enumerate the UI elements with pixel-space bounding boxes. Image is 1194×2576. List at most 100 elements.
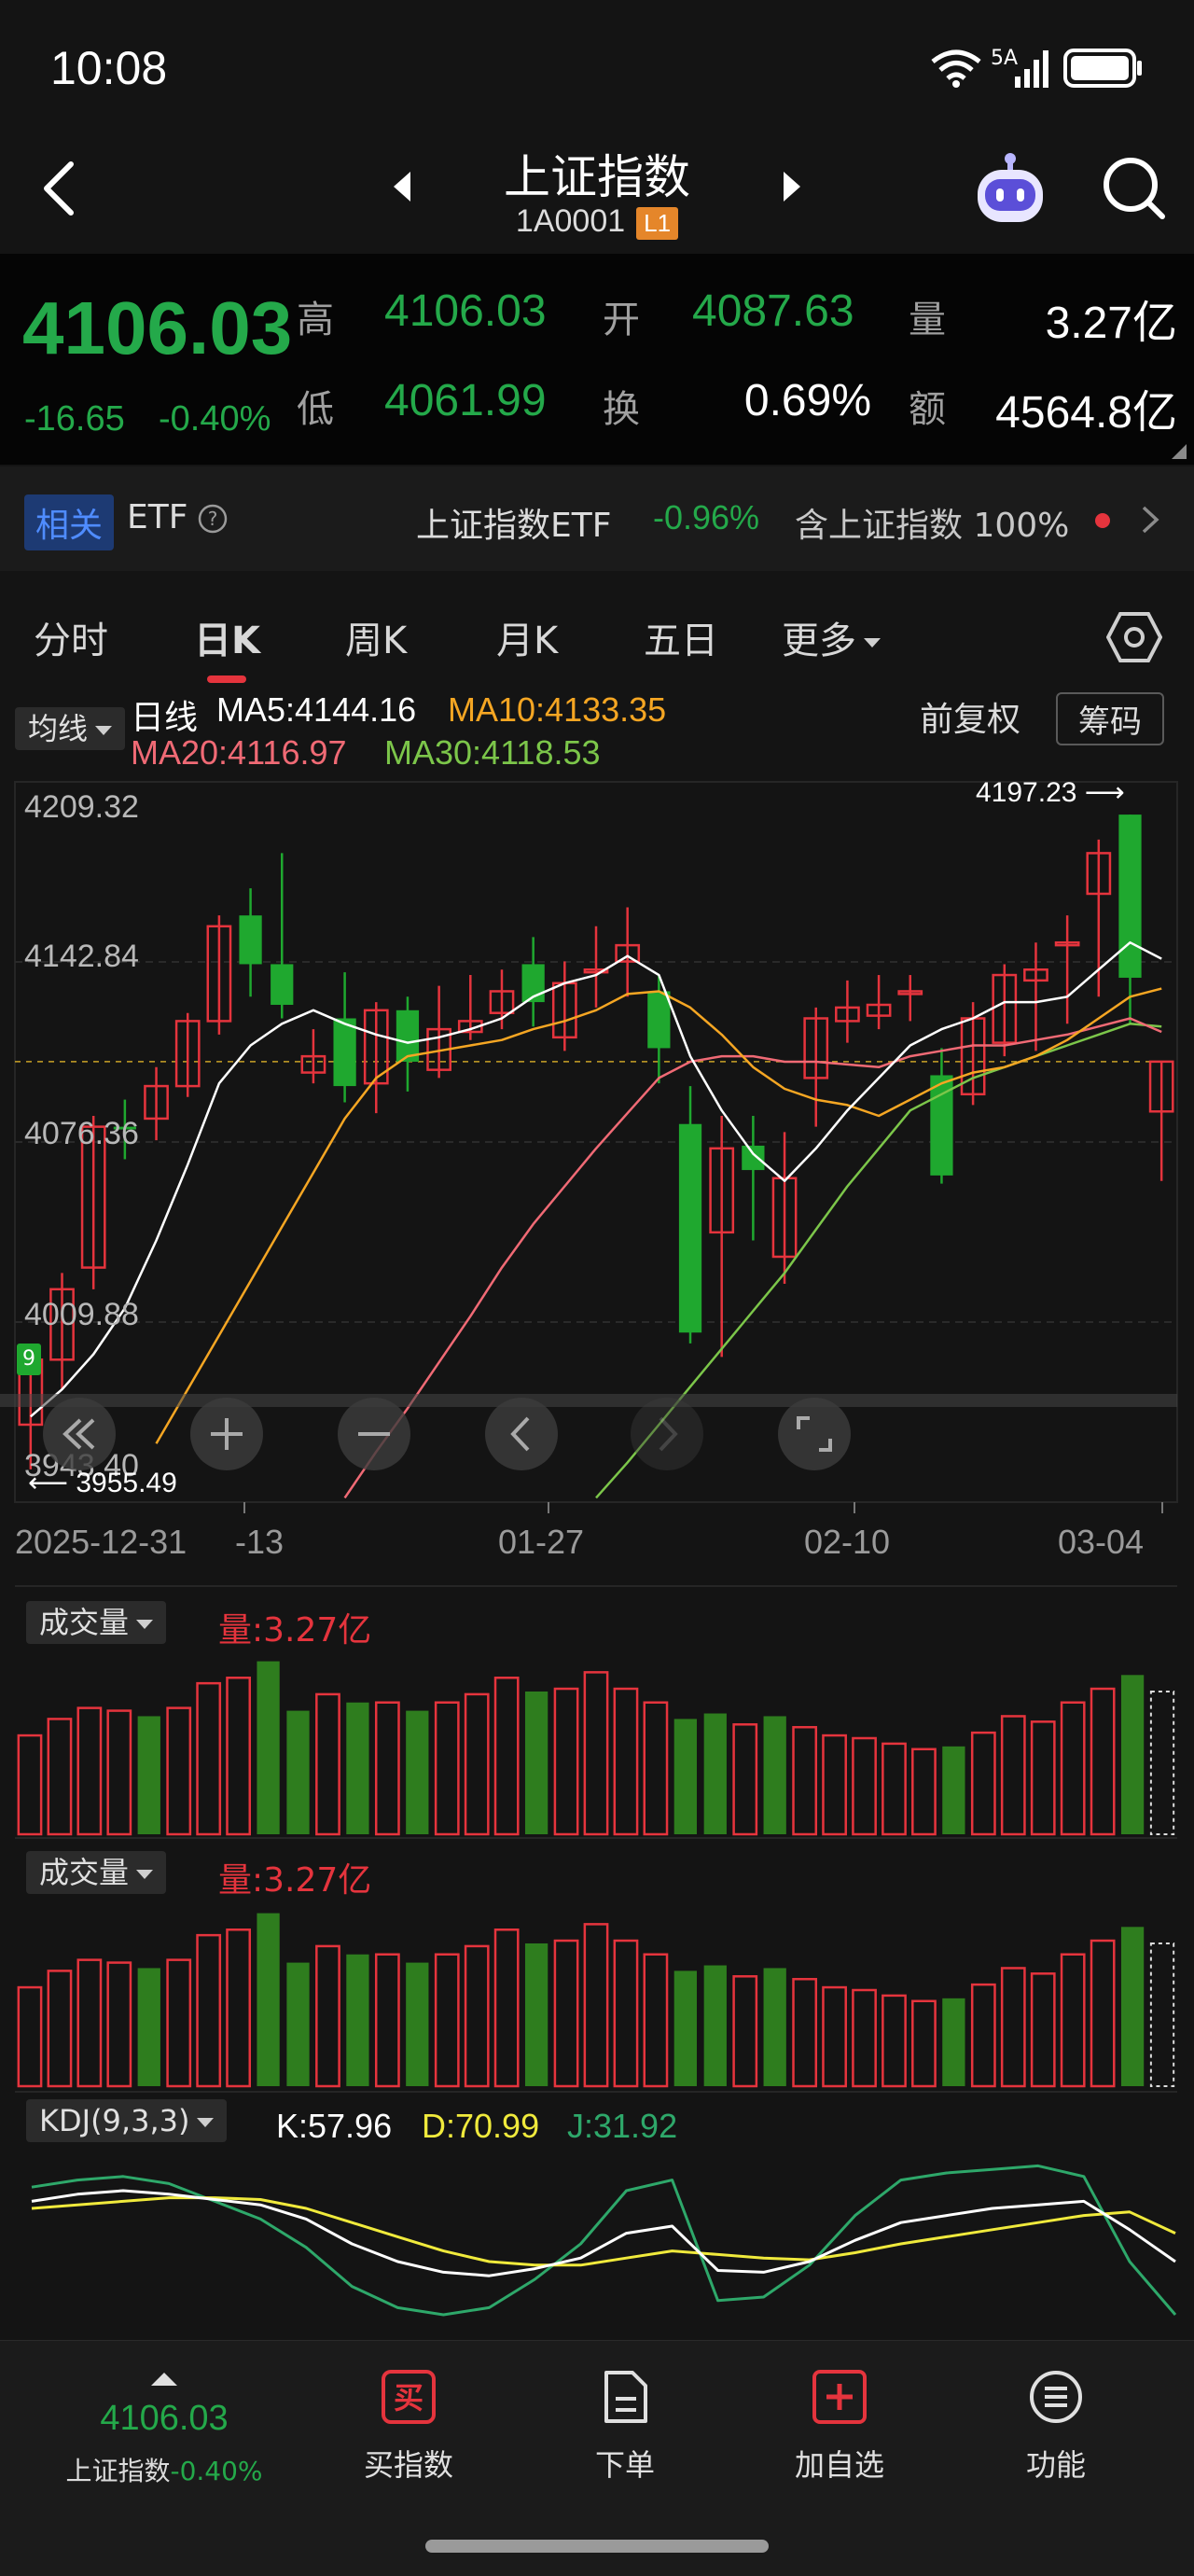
ma5-line: [29, 940, 1162, 1418]
candle-body: [239, 915, 262, 965]
candle-body: [742, 1145, 765, 1171]
corner-triangle-icon: [1172, 444, 1187, 459]
volume-bar: [583, 1671, 609, 1836]
settings-hexagon-icon[interactable]: [1106, 610, 1162, 664]
volume-bar: [76, 1706, 103, 1836]
scroll-right-button[interactable]: [631, 1398, 703, 1470]
price-axis-label: 4209.32: [24, 789, 139, 825]
date-axis-label: 2025-12-31: [15, 1523, 187, 1561]
network-label: 5A: [991, 47, 1019, 70]
scroll-start-button[interactable]: [43, 1398, 116, 1470]
chevron-right-icon[interactable]: [1140, 504, 1160, 536]
related-etf-row[interactable]: 相关 ETF ? 上证指数ETF -0.96% 含上证指数 100%: [0, 466, 1194, 571]
kdj-k-value: K:57.96: [276, 2107, 393, 2145]
related-tag: 相关: [24, 494, 115, 550]
volume-bar: [703, 1713, 727, 1834]
volume-bar: [852, 1988, 877, 2088]
ma20-line: [343, 1017, 1162, 1499]
chevron-down-icon: [864, 638, 881, 647]
status-bar: 10:08 5A: [0, 0, 1194, 140]
volume-bar: [226, 1929, 252, 2088]
volume-bar: [106, 1961, 132, 2088]
add-box-icon: [812, 2370, 867, 2424]
amount-value: 4564.8亿: [995, 388, 1177, 438]
expand-up-icon[interactable]: [149, 2371, 179, 2388]
volume-selector-1[interactable]: 成交量: [26, 1599, 167, 1644]
stock-code: 1A0001: [515, 203, 626, 239]
robot-assistant-icon[interactable]: [970, 149, 1050, 230]
chart-area[interactable]: [0, 681, 1194, 2342]
tab-five-day[interactable]: 五日: [644, 610, 718, 664]
chart-scroll-track[interactable]: [0, 1394, 1177, 1407]
tab-intraday[interactable]: 分时: [34, 610, 108, 664]
high-label: 高: [297, 299, 334, 341]
tab-more-label: 更多: [782, 620, 856, 662]
low-value: 4061.99: [384, 376, 547, 425]
tab-weekly-k[interactable]: 周K: [345, 610, 407, 664]
volume-selector-label: 成交量: [26, 1851, 167, 1894]
volume-bar: [257, 1913, 280, 2086]
amount-label: 额: [909, 388, 946, 431]
volume-bar: [942, 1746, 965, 1834]
volume-bar: [911, 1748, 937, 1836]
zoom-in-button[interactable]: [190, 1398, 263, 1470]
etf-contains: 含上证指数 100%: [795, 507, 1070, 545]
functions-label: 功能: [1025, 2447, 1086, 2483]
event-badge[interactable]: 9: [17, 1344, 41, 1375]
volume-bar: [17, 1734, 43, 1836]
tab-more[interactable]: 更多: [782, 610, 881, 664]
volume-bar: [970, 1983, 996, 2088]
volume-bar: [47, 1970, 73, 2088]
volume-bar: [137, 1968, 160, 2086]
volume-bar: [524, 1942, 548, 2086]
volume-bar: [970, 1731, 996, 1836]
kdj-selector[interactable]: KDJ(9,3,3): [26, 2099, 228, 2142]
volume-bar: [882, 1742, 907, 1836]
price-axis-label: 4076.36: [24, 1116, 139, 1151]
low-marker-value: 3955.49: [76, 1468, 177, 1498]
add-watchlist-label: 加自选: [794, 2447, 884, 2483]
quote-panel: 4106.03 -16.65 -0.40% 高 4106.03 开 4087.6…: [0, 254, 1194, 465]
price-axis-label: 4142.84: [24, 939, 139, 974]
buy-index-button[interactable]: 买 买指数: [325, 2369, 493, 2485]
add-watchlist-button[interactable]: 加自选: [756, 2369, 923, 2485]
volume-value-2: 量:3.27亿: [218, 1861, 372, 1900]
home-indicator[interactable]: [425, 2540, 769, 2553]
plus-icon: [211, 1418, 243, 1450]
etf-name: 上证指数ETF: [416, 507, 612, 545]
volume-bar: [732, 1723, 758, 1836]
turnover-value: 0.69%: [743, 376, 871, 425]
volume-bar: [673, 1970, 697, 2086]
functions-button[interactable]: 功能: [972, 2369, 1140, 2485]
volume-bar: [911, 1999, 937, 2088]
volume-bar: [196, 1933, 222, 2088]
order-button[interactable]: 下单: [541, 2369, 709, 2485]
search-icon[interactable]: [1101, 155, 1168, 222]
volume-label: 量: [909, 299, 946, 341]
volume-bar: [613, 1939, 639, 2088]
volume-bar: [137, 1716, 160, 1834]
tab-daily-k[interactable]: 日K: [194, 610, 260, 664]
next-stock-icon[interactable]: [780, 170, 804, 203]
bottom-index-name: 上证指数: [65, 2456, 171, 2486]
volume-bar: [226, 1677, 252, 1836]
date-axis-label: 02-10: [804, 1523, 891, 1561]
volume-bar: [374, 1953, 400, 2088]
volume-bar: [464, 1692, 490, 1836]
volume-bar: [76, 1958, 103, 2088]
tab-monthly-k[interactable]: 月K: [496, 610, 558, 664]
menu-circle-icon: [1030, 2371, 1082, 2423]
chevron-down-icon: [197, 2118, 215, 2127]
volume-selector-2[interactable]: 成交量: [26, 1849, 167, 1894]
volume-value-1: 量:3.27亿: [218, 1611, 372, 1650]
volume-bar: [553, 1687, 579, 1836]
scroll-left-button[interactable]: [485, 1398, 558, 1470]
zoom-out-button[interactable]: [338, 1398, 410, 1470]
volume-bar-projected: [1149, 1690, 1175, 1835]
fullscreen-button[interactable]: [778, 1398, 851, 1470]
volume-bar: [703, 1965, 727, 2086]
kdj-selector-label: KDJ(9,3,3): [26, 2099, 228, 2142]
volume-bar: [792, 1725, 818, 1836]
help-icon[interactable]: ?: [198, 504, 228, 534]
volume-bar: [464, 1944, 490, 2088]
